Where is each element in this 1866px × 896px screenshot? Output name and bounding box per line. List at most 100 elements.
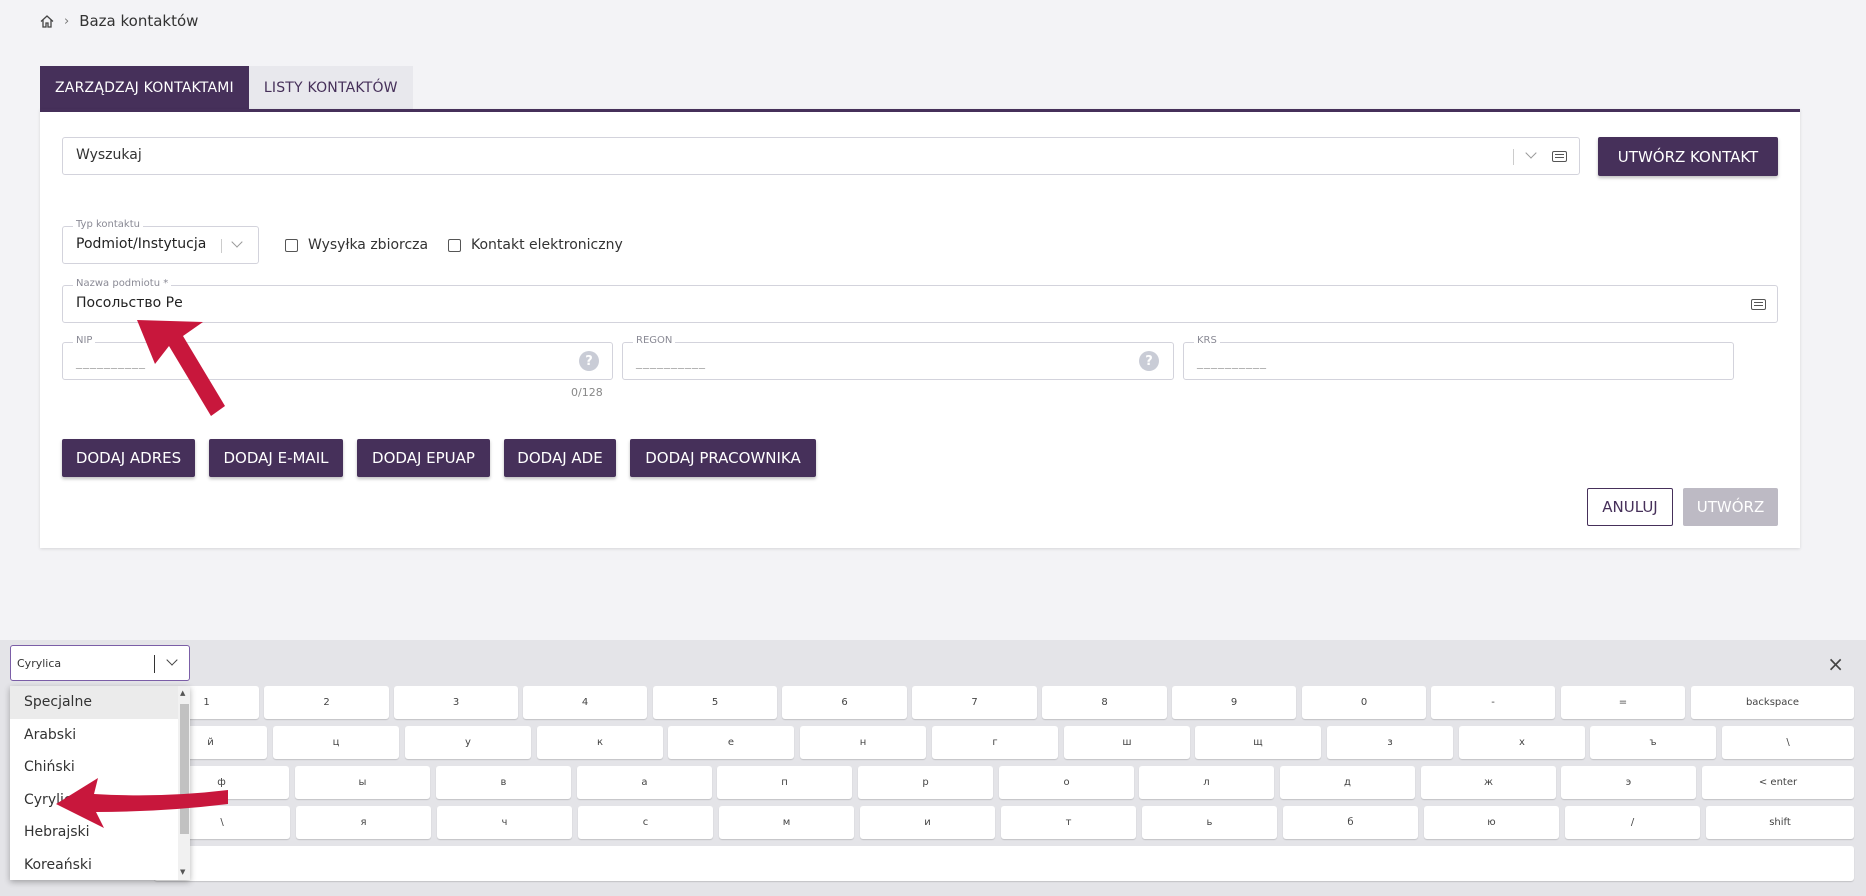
key[interactable]: д (1280, 766, 1415, 799)
tab-manage-contacts[interactable]: ZARZĄDZAJ KONTAKTAMI (40, 66, 249, 109)
key[interactable]: р (858, 766, 993, 799)
key[interactable]: е (668, 726, 794, 759)
electronic-contact-checkbox[interactable]: Kontakt elektroniczny (448, 237, 623, 253)
key[interactable]: и (860, 806, 995, 839)
layout-option[interactable]: Chiński (10, 751, 190, 784)
entity-name-value[interactable]: Посольство Ре (76, 295, 183, 311)
help-icon[interactable]: ? (1139, 351, 1159, 371)
key[interactable]: 6 (782, 686, 907, 719)
create-button: UTWÓRZ (1683, 488, 1778, 526)
bulk-mailing-checkbox[interactable]: Wysyłka zbiorcza (285, 237, 428, 253)
virtual-keyboard: Cyrylica × 1 2 3 4 5 6 7 8 9 0 - = backs… (0, 640, 1866, 896)
key[interactable]: 4 (523, 686, 647, 719)
shift-key[interactable]: shift (1706, 806, 1854, 839)
key[interactable]: 9 (1172, 686, 1296, 719)
key[interactable]: к (537, 726, 663, 759)
key[interactable]: 3 (394, 686, 518, 719)
electronic-contact-label: Kontakt elektroniczny (471, 237, 623, 253)
key[interactable]: н (800, 726, 926, 759)
checkbox-box[interactable] (285, 238, 298, 252)
krs-field[interactable]: KRS __________ (1183, 335, 1734, 380)
chevron-down-icon[interactable] (231, 236, 243, 248)
cancel-button[interactable]: ANULUJ (1587, 488, 1673, 526)
key[interactable]: т (1001, 806, 1136, 839)
keyboard-icon[interactable] (1751, 299, 1766, 310)
layout-option[interactable]: Koreański (10, 849, 190, 881)
close-keyboard-icon[interactable]: × (1827, 652, 1844, 676)
key[interactable]: ы (295, 766, 430, 799)
enter-key[interactable]: < enter (1702, 766, 1854, 799)
key[interactable]: г (932, 726, 1058, 759)
key[interactable]: 0 (1302, 686, 1426, 719)
key[interactable]: = (1561, 686, 1685, 719)
key[interactable]: б (1283, 806, 1418, 839)
key[interactable]: ц (273, 726, 399, 759)
key[interactable]: м (719, 806, 854, 839)
key[interactable]: - (1431, 686, 1555, 719)
keyboard-layout-select[interactable]: Cyrylica (10, 645, 190, 681)
key[interactable]: ъ (1590, 726, 1716, 759)
key[interactable]: з (1327, 726, 1453, 759)
nip-field[interactable]: NIP __________ ? (62, 335, 613, 380)
key[interactable]: с (578, 806, 713, 839)
layout-option[interactable]: Cyrylica (10, 784, 190, 817)
key[interactable]: 8 (1042, 686, 1167, 719)
divider (154, 655, 155, 673)
layout-option[interactable]: Specjalne (10, 686, 190, 719)
scroll-up-icon[interactable]: ▲ (180, 689, 185, 697)
contact-type-select[interactable]: Typ kontaktu Podmiot/Instytucja (62, 219, 259, 264)
keyboard-icon[interactable] (1552, 151, 1567, 162)
search-field[interactable]: Wyszukaj (62, 137, 1580, 175)
breadcrumb: › Baza kontaktów (40, 10, 198, 32)
keyboard-layout-dropdown: Specjalne Arabski Chiński Cyrylica Hebra… (10, 686, 190, 880)
key[interactable]: л (1139, 766, 1274, 799)
help-icon[interactable]: ? (579, 351, 599, 371)
key[interactable]: у (405, 726, 531, 759)
space-key[interactable] (154, 846, 1854, 881)
key[interactable]: / (1565, 806, 1700, 839)
key[interactable]: ь (1142, 806, 1277, 839)
keyboard-layout-value: Cyrylica (17, 657, 62, 670)
key[interactable]: п (717, 766, 852, 799)
key[interactable]: ч (437, 806, 572, 839)
chevron-down-icon[interactable] (166, 654, 178, 666)
key[interactable]: 2 (264, 686, 389, 719)
contact-form-panel: Wyszukaj UTWÓRZ KONTAKT Typ kontaktu Pod… (40, 109, 1800, 548)
key[interactable]: э (1561, 766, 1696, 799)
key[interactable]: 7 (912, 686, 1037, 719)
backspace-key[interactable]: backspace (1691, 686, 1854, 719)
layout-option[interactable]: Hebrajski (10, 816, 190, 849)
create-contact-button[interactable]: UTWÓRZ KONTAKT (1598, 137, 1778, 176)
key[interactable]: о (999, 766, 1134, 799)
key[interactable]: я (296, 806, 431, 839)
add-epuap-button[interactable]: DODAJ EPUAP (357, 439, 490, 477)
scroll-down-icon[interactable]: ▼ (180, 868, 185, 876)
scrollbar-thumb[interactable] (180, 704, 189, 834)
key[interactable]: щ (1195, 726, 1321, 759)
add-address-button[interactable]: DODAJ ADRES (62, 439, 195, 477)
contact-type-label: Typ kontaktu (73, 219, 143, 230)
key[interactable]: ж (1421, 766, 1556, 799)
add-email-button[interactable]: DODAJ E-MAIL (209, 439, 343, 477)
regon-field[interactable]: REGON __________ ? (622, 335, 1174, 380)
key[interactable]: 5 (653, 686, 777, 719)
layout-option[interactable]: Arabski (10, 719, 190, 752)
key[interactable]: в (436, 766, 571, 799)
tab-contact-lists[interactable]: LISTY KONTAKTÓW (248, 66, 413, 109)
add-ade-button[interactable]: DODAJ ADE (504, 439, 616, 477)
home-icon[interactable] (40, 14, 54, 28)
key[interactable]: х (1459, 726, 1585, 759)
regon-label: REGON (633, 335, 676, 346)
breadcrumb-current: Baza kontaktów (79, 12, 199, 30)
dropdown-scrollbar[interactable]: ▲ ▼ (178, 686, 190, 880)
key[interactable]: ш (1064, 726, 1190, 759)
key[interactable]: \ (1722, 726, 1854, 759)
key[interactable]: ю (1424, 806, 1559, 839)
chevron-down-icon[interactable] (1525, 147, 1537, 159)
entity-name-field[interactable]: Nazwa podmiotu * Посольство Ре (62, 278, 1778, 323)
checkbox-box[interactable] (448, 238, 461, 252)
nip-counter: 0/128 (571, 386, 603, 399)
nip-label: NIP (73, 335, 96, 346)
key[interactable]: а (577, 766, 712, 799)
add-employee-button[interactable]: DODAJ PRACOWNIKA (630, 439, 816, 477)
